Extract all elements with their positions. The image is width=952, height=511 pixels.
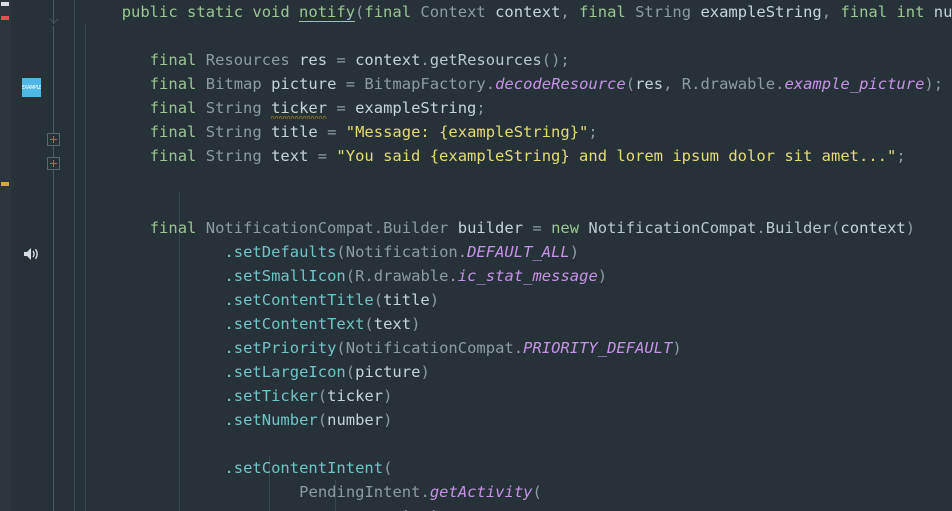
code-lines: public static void notify(final Context …: [75, 0, 952, 511]
call-getActivity: PendingIntent.getActivity(: [299, 483, 542, 501]
declare-resources: final Resources res = context.getResourc…: [149, 51, 570, 69]
arg-context: context,: [75, 504, 952, 511]
call-setNumber: .setNumber(number): [224, 411, 393, 429]
call-setContentText: .setContentText(text): [224, 315, 421, 333]
call-setPriority: .setPriority(NotificationCompat.PRIORITY…: [224, 339, 682, 357]
fold-collapse-arrow-icon[interactable]: [47, 14, 60, 20]
editor-gutter[interactable]: EXAMPLE: [11, 0, 75, 511]
stripe-mark-white[interactable]: [1, 2, 9, 6]
fold-ruler-line: [53, 170, 54, 511]
code-text-area[interactable]: public static void notify(final Context …: [75, 0, 952, 511]
sound-resource-icon[interactable]: [22, 246, 40, 262]
call-setContentIntent: .setContentIntent(: [224, 459, 393, 477]
declare-picture: final Bitmap picture = BitmapFactory.dec…: [149, 75, 944, 93]
stripe-mark-red[interactable]: [1, 16, 9, 20]
declare-text: final String text = "You said {exampleSt…: [149, 147, 906, 165]
code-editor-window: EXAMPLE public static void notify(final …: [0, 0, 952, 511]
fold-ruler-line: [53, 146, 54, 157]
speaker-icon: [24, 248, 38, 260]
fold-expand-text-icon[interactable]: [47, 157, 60, 170]
call-setSmallIcon: .setSmallIcon(R.drawable.ic_stat_message…: [224, 267, 608, 285]
method-signature: public static void notify(final Context …: [121, 3, 952, 22]
analysis-stripe[interactable]: [0, 0, 11, 511]
call-setDefaults: .setDefaults(Notification.DEFAULT_ALL): [224, 243, 580, 261]
fold-ruler-line: [53, 26, 54, 133]
resource-badge-label: EXAMPLE: [22, 84, 41, 91]
image-resource-badge-icon[interactable]: EXAMPLE: [22, 78, 41, 97]
call-setLargeIcon: .setLargeIcon(picture): [224, 363, 430, 381]
stripe-mark-orange[interactable]: [1, 182, 9, 186]
declare-builder: final NotificationCompat.Builder builder…: [149, 219, 916, 237]
declare-ticker: final String ticker = exampleString;: [149, 99, 486, 119]
call-setContentTitle: .setContentTitle(title): [224, 291, 440, 309]
fold-expand-title-icon[interactable]: [47, 133, 60, 146]
declare-title: final String title = "Message: {exampleS…: [149, 123, 598, 141]
call-setTicker: .setTicker(ticker): [224, 387, 393, 405]
